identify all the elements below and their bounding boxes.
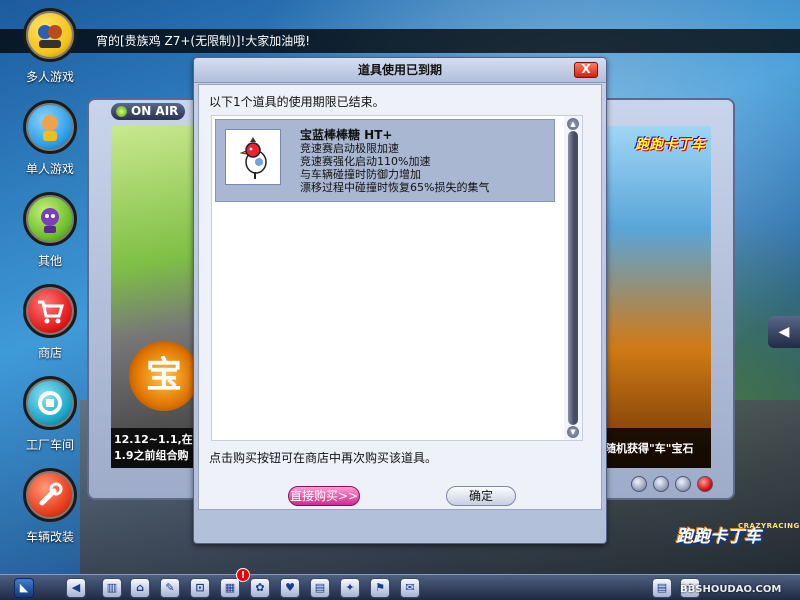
- multiplayer-icon: [23, 8, 77, 62]
- gem-coin-icon: 宝: [129, 341, 199, 411]
- scroll-up-arrow-icon[interactable]: ▲: [567, 118, 579, 130]
- nav-label-singleplayer: 单人游戏: [25, 162, 74, 176]
- game-logo-text: 跑跑卡丁车: [676, 527, 761, 547]
- flower-icon: ✿: [255, 581, 265, 594]
- item-effects: 竞速赛启动极限加速 竞速赛强化启动110%加速 与车辆碰撞时防御力增加 漂移过程…: [300, 142, 489, 194]
- taskbar-camera-button[interactable]: ⊡: [190, 578, 210, 598]
- side-expand-arrow[interactable]: ◀: [768, 316, 800, 348]
- flag-icon: ⚑: [375, 581, 385, 594]
- item-effect-line: 竞速赛强化启动110%加速: [300, 155, 431, 168]
- taskbar-list-button[interactable]: ▤: [652, 578, 672, 598]
- scroll-down-arrow-icon[interactable]: ▼: [567, 426, 579, 438]
- nav-label-shop: 商店: [37, 346, 62, 360]
- tv-page-dot-3[interactable]: [675, 476, 691, 492]
- promo-caption-right: 随机获得"车"宝石: [601, 428, 711, 468]
- mail-icon: ✉: [405, 581, 415, 594]
- singleplayer-icon: [23, 100, 77, 154]
- nav-label-other: 其他: [37, 254, 62, 268]
- promo-art-right: 跑跑卡丁车: [601, 126, 711, 468]
- tv-page-dot-4[interactable]: [697, 476, 713, 492]
- bird-candy-icon: [225, 129, 281, 185]
- scroll-thumb[interactable]: [568, 131, 578, 425]
- nav-factory[interactable]: 工厂车间: [10, 376, 90, 462]
- dialog-close-button[interactable]: X: [574, 62, 598, 78]
- dialog-title: 道具使用已到期: [357, 63, 442, 77]
- nav-label-tuning: 车辆改装: [25, 530, 74, 544]
- list-scrollbar[interactable]: ▲ ▼: [564, 116, 582, 440]
- nav-shop[interactable]: 商店: [10, 284, 90, 370]
- promo-logo: 跑跑卡丁车: [635, 137, 705, 153]
- item-expired-dialog: 道具使用已到期 X 以下1个道具的使用期限已结束。 宝蓝棒棒糖 HT+ 竞速赛启…: [193, 57, 607, 544]
- item-effect-line: 竞速赛启动极限加速: [300, 142, 399, 155]
- notification-alert-icon[interactable]: !: [236, 568, 250, 582]
- heart-icon: ♥: [285, 581, 295, 594]
- taskbar-home-button[interactable]: ⌂: [130, 578, 150, 598]
- tv-pager: [631, 476, 713, 492]
- start-menu-button[interactable]: ◣: [14, 578, 34, 598]
- taskbar-flower-button[interactable]: ✿: [250, 578, 270, 598]
- camera-icon: ⊡: [195, 581, 205, 594]
- logo-icon: ◣: [19, 581, 29, 594]
- chevron-left-icon: ◀: [778, 324, 790, 340]
- other-icon: [23, 192, 77, 246]
- promo-caption-left-line1: 12.12~1.1,在: [114, 433, 193, 446]
- item-effect-line: 漂移过程中碰撞时恢复65%损失的集气: [300, 181, 490, 194]
- shop-cart-icon: [23, 284, 77, 338]
- taskbar-back-button[interactable]: ◀: [66, 578, 86, 598]
- item-name: 宝蓝棒棒糖 HT+: [300, 128, 393, 142]
- tools-icon: ✎: [165, 581, 175, 594]
- game-logo-subtitle: CRAZYRACING: [738, 522, 800, 530]
- taskbar-inventory-button[interactable]: ▦: [220, 578, 240, 598]
- left-nav: 多人游戏 单人游戏 其他 商店 工厂车间 车辆改装: [0, 8, 100, 548]
- buy-now-button[interactable]: 直接购买>>: [288, 486, 360, 506]
- stars-icon: ✦: [345, 581, 355, 594]
- game-logo: 跑跑卡丁车 CRAZYRACING: [676, 522, 799, 562]
- inventory-icon: ▦: [224, 581, 236, 594]
- dialog-titlebar[interactable]: 道具使用已到期 X: [194, 58, 606, 83]
- nav-label-multiplayer: 多人游戏: [25, 70, 74, 84]
- item-effect-line: 与车辆碰撞时防御力增加: [300, 168, 421, 181]
- nav-multiplayer[interactable]: 多人游戏: [10, 8, 90, 94]
- wrench-icon: [23, 468, 77, 522]
- promo-caption-left-line2: 1.9之前组合购: [114, 449, 189, 462]
- close-icon: X: [581, 62, 591, 76]
- back-arrow-icon: ◀: [71, 581, 81, 594]
- taskbar-stars-button[interactable]: ✦: [340, 578, 360, 598]
- dialog-hint: 点击购买按钮可在商店中再次购买该道具。: [209, 451, 438, 465]
- factory-icon: [23, 376, 77, 430]
- taskbar-store-button[interactable]: ▥: [102, 578, 122, 598]
- tv-page-dot-2[interactable]: [653, 476, 669, 492]
- home-icon: ⌂: [136, 581, 144, 594]
- taskbar-mail-button[interactable]: ✉: [400, 578, 420, 598]
- nav-other[interactable]: 其他: [10, 192, 90, 278]
- on-air-light-icon: [116, 106, 127, 117]
- dialog-body: 以下1个道具的使用期限已结束。 宝蓝棒棒糖 HT+ 竞速赛启动极限加速 竞速赛强…: [198, 84, 602, 510]
- on-air-label: ON AIR: [131, 104, 179, 118]
- marquee-text: 宵的[贵族鸡 Z7+(无限制)]!大家加油哦!: [96, 34, 311, 48]
- on-air-badge: ON AIR: [111, 103, 185, 120]
- confirm-button[interactable]: 确定: [446, 486, 516, 506]
- watermark: BBSHOUDAO.COM: [680, 584, 782, 595]
- store-icon: ▥: [106, 581, 118, 594]
- taskbar-book-button[interactable]: ▤: [310, 578, 330, 598]
- list-item[interactable]: 宝蓝棒棒糖 HT+ 竞速赛启动极限加速 竞速赛强化启动110%加速 与车辆碰撞时…: [215, 119, 555, 202]
- tv-page-dot-1[interactable]: [631, 476, 647, 492]
- promo-art-left: 宝: [111, 126, 206, 468]
- book-icon: ▤: [314, 581, 326, 594]
- nav-singleplayer[interactable]: 单人游戏: [10, 100, 90, 186]
- expired-item-list: 宝蓝棒棒糖 HT+ 竞速赛启动极限加速 竞速赛强化启动110%加速 与车辆碰撞时…: [211, 115, 583, 441]
- announcement-marquee: 宵的[贵族鸡 Z7+(无限制)]!大家加油哦!: [0, 29, 800, 53]
- nav-label-factory: 工厂车间: [25, 438, 74, 452]
- nav-tuning[interactable]: 车辆改装: [10, 468, 90, 554]
- taskbar-tools-button[interactable]: ✎: [160, 578, 180, 598]
- taskbar-flag-button[interactable]: ⚑: [370, 578, 390, 598]
- dialog-message: 以下1个道具的使用期限已结束。: [209, 95, 385, 109]
- list-icon: ▤: [656, 581, 668, 594]
- taskbar-heart-button[interactable]: ♥: [280, 578, 300, 598]
